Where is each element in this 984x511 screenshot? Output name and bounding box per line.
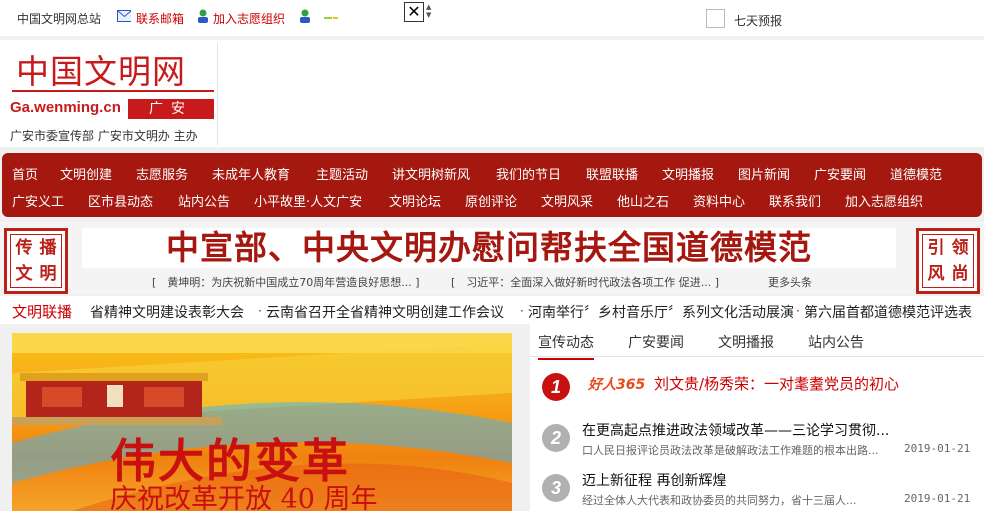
tab-site-notice[interactable]: 站内公告 [808, 332, 864, 352]
news-date: 2019-01-21 [904, 492, 971, 505]
nav-item-original-comments[interactable]: 原创评论 [465, 191, 517, 210]
hero-image[interactable]: 伟大的变革 庆祝改革开放 40 周年 [12, 333, 512, 511]
main-nav: 首页 文明创建 志愿服务 未成年人教育 主题活动 讲文明树新风 我们的节日 联盟… [2, 153, 982, 217]
nav-item-resources[interactable]: 资料中心 [693, 191, 745, 210]
site-logo[interactable]: 中国文明网 Ga.wenming.cn 广安 广安市委宣传部 广安市文明办 主办 [4, 43, 218, 145]
logo-title: 中国文明网 [16, 52, 186, 91]
news-panel: 宣传动态 广安要闻 文明播报 站内公告 1 好人365 刘文贵/杨秀荣：一对耄耋… [530, 324, 984, 511]
seal-char: 文 [15, 264, 33, 284]
volunteer-icon [198, 9, 208, 23]
seal-char: 引 [927, 238, 945, 258]
left-seal: 传 播 文 明 [4, 228, 68, 294]
news-title[interactable]: 在更高起点推进政法领域改革——三论学习贯彻... [582, 420, 889, 440]
nav-item-county-news[interactable]: 区市县动态 [88, 191, 153, 210]
rank-badge-2: 2 [542, 424, 570, 452]
volunteer-link[interactable]: 加入志愿组织 [213, 10, 285, 27]
nav-item-alliance[interactable]: 联盟联播 [586, 164, 638, 183]
site-header: 中国文明网 Ga.wenming.cn 广安 广安市委宣传部 广安市文明办 主办 [0, 40, 984, 147]
weather-label[interactable]: 七天预报 [734, 12, 782, 29]
close-icon[interactable]: ✕ [404, 2, 424, 22]
top-bar: 中国文明网总站 联系邮箱 加入志愿组织 ✕ ▲ ▼ 七天预报 [0, 0, 984, 36]
bullet-icon: · [520, 304, 524, 318]
nav-item-join-volunteer[interactable]: 加入志愿组织 [845, 191, 923, 210]
logo-city-badge: 广安 [128, 99, 214, 119]
nav-item-civility-style[interactable]: 文明风采 [541, 191, 593, 210]
nav-item-contact[interactable]: 联系我们 [769, 191, 821, 210]
seal-char: 尚 [951, 264, 969, 284]
loading-icon [324, 17, 338, 19]
mail-link[interactable]: 联系邮箱 [136, 10, 184, 27]
nav-item-volunteer-service[interactable]: 志愿服务 [136, 164, 188, 183]
nav-item-guangan-volunteers[interactable]: 广安义工 [12, 191, 64, 210]
ticker-item[interactable]: 云南省召开全省精神文明创建工作会议 [266, 302, 504, 322]
nav-item-minors-education[interactable]: 未成年人教育 [212, 164, 290, 183]
nav-item-site-notice[interactable]: 站内公告 [178, 191, 230, 210]
nav-item-guangan-news[interactable]: 广安要闻 [814, 164, 866, 183]
ticker-label: 文明联播 [12, 303, 73, 321]
tab-broadcast[interactable]: 文明播报 [718, 332, 774, 352]
news-title[interactable]: 迈上新征程 再创新辉煌 [582, 470, 726, 490]
nav-item-civilization[interactable]: 文明创建 [60, 164, 112, 183]
ticker-item[interactable]: 第六届首都道德模范评选表 [804, 302, 972, 322]
nav-item-civility-campaign[interactable]: 讲文明树新风 [392, 164, 470, 183]
bullet-icon: · [258, 304, 262, 318]
rank-badge-3: 3 [542, 474, 570, 502]
ticker-item[interactable]: 省精神文明建设表彰大会 [90, 302, 244, 322]
nav-item-moral-models[interactable]: 道德模范 [890, 164, 942, 183]
nav-item-xiaoping-hometown[interactable]: 小平故里·人文广安 [254, 191, 362, 210]
bullet-icon: · [796, 304, 800, 318]
news-summary: 口人民日报评论员政法改革是破解政法工作难题的根本出路... [582, 444, 879, 457]
nav-item-home[interactable]: 首页 [12, 164, 38, 183]
tab-guangan-news[interactable]: 广安要闻 [628, 332, 684, 352]
mail-icon [117, 10, 131, 22]
nav-item-forum[interactable]: 文明论坛 [389, 191, 441, 210]
seal-char: 传 [15, 238, 33, 258]
weather-checkbox[interactable] [706, 9, 725, 28]
brand-logo: 好人365 [588, 377, 646, 393]
logo-domain: Ga.wenming.cn [10, 99, 121, 116]
hero-subtitle: 庆祝改革开放 40 周年 [110, 484, 378, 511]
logo-divider [12, 90, 214, 92]
logo-host-text: 广安市委宣传部 广安市文明办 主办 [10, 129, 198, 143]
sub-headline-1[interactable]: [ 黄坤明：为庆祝新中国成立70周年营造良好思想... ] [152, 274, 420, 290]
nav-item-broadcast[interactable]: 文明播报 [662, 164, 714, 183]
news-ticker: 文明联播 省精神文明建设表彰大会 · 云南省召开全省精神文明创建工作会议 · 河… [0, 296, 984, 324]
more-headlines-link[interactable]: 更多头条 [768, 274, 812, 290]
nav-item-photo-news[interactable]: 图片新闻 [738, 164, 790, 183]
nav-item-festivals[interactable]: 我们的节日 [496, 164, 561, 183]
ticker-item[interactable]: 河南举行〞乡村音乐厅〞系列文化活动展演 [528, 302, 794, 322]
nav-item-theme-activities[interactable]: 主题活动 [316, 164, 368, 183]
top-news-link[interactable]: 刘文贵/杨秀荣：一对耄耋党员的初心 [654, 373, 899, 394]
seal-char: 播 [39, 238, 57, 258]
headline-banner: 传 播 文 明 中宣部、中央文明办慰问帮扶全国道德模范 [ 黄坤明：为庆祝新中国… [0, 222, 984, 294]
right-seal: 引 领 风 尚 [916, 228, 980, 294]
rank-badge-1: 1 [542, 373, 570, 401]
news-date: 2019-01-21 [904, 442, 971, 455]
seal-char: 风 [927, 264, 945, 284]
site-home-link[interactable]: 中国文明网总站 [17, 10, 101, 27]
user-add-icon[interactable] [298, 9, 312, 23]
seal-char: 明 [39, 264, 57, 284]
tabs-divider [530, 356, 984, 357]
main-headline[interactable]: 中宣部、中央文明办慰问帮扶全国道德模范 [82, 228, 896, 268]
news-summary: 经过全体人大代表和政协委员的共同努力，省十三届人... [582, 494, 857, 507]
nav-item-other-stones[interactable]: 他山之石 [617, 191, 669, 210]
sub-headline-2[interactable]: [ 习近平：全面深入做好新时代政法各项工作 促进... ] [451, 274, 719, 290]
seal-char: 领 [951, 238, 969, 258]
spinner-arrows-icon[interactable]: ▲ ▼ [426, 3, 431, 19]
